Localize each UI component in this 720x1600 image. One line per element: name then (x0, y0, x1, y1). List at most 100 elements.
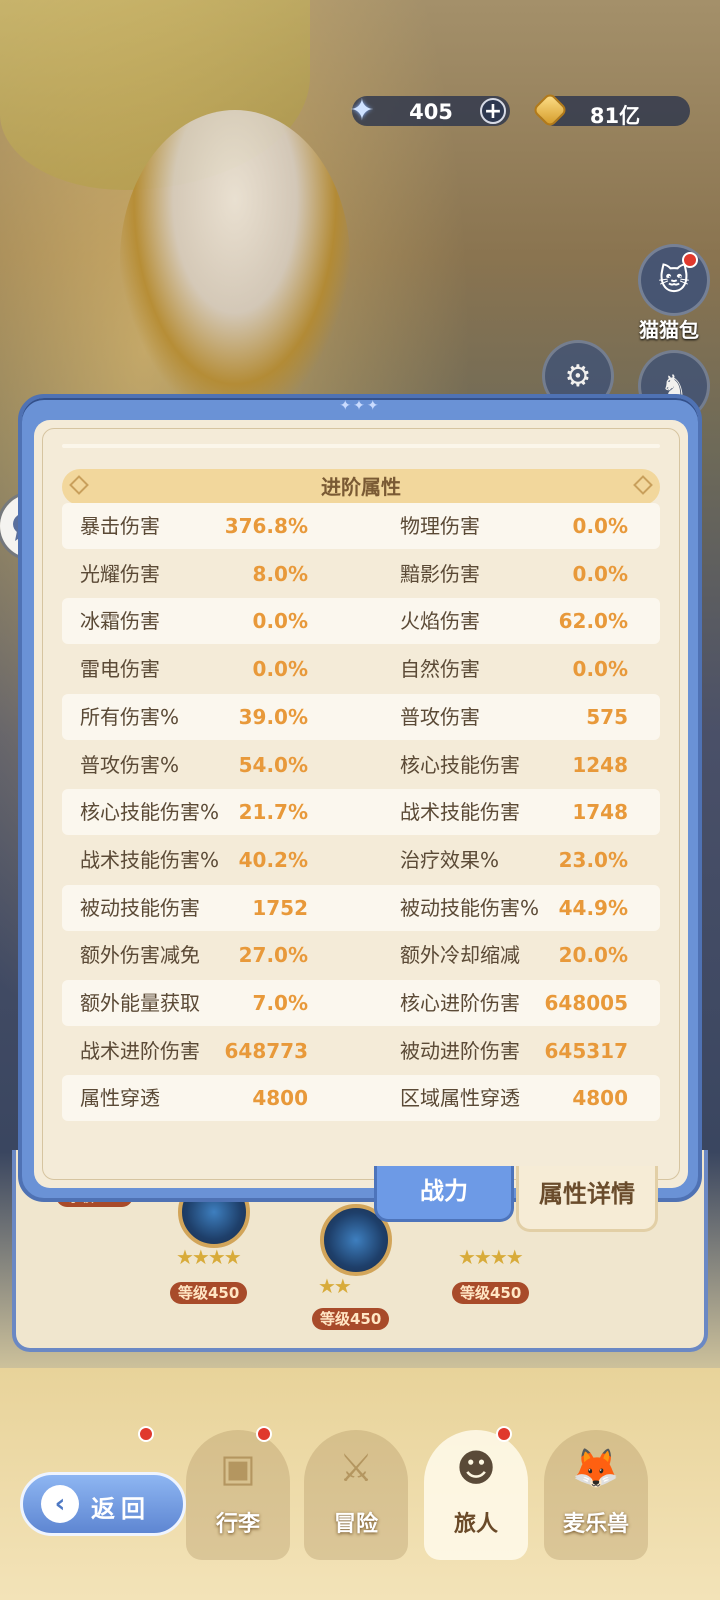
stat-value: 39.0% (238, 704, 308, 729)
nav-beast[interactable]: 🦊 麦乐兽 (544, 1430, 648, 1560)
skill-level-badge: 等级450 (170, 1282, 248, 1304)
character-portrait (120, 110, 350, 410)
stat-name: 雷电伤害 (80, 657, 160, 682)
stat-name: 战术进阶伤害 (80, 1038, 200, 1063)
back-arrow-icon: ‹ (41, 1485, 79, 1523)
stat-value: 54.0% (238, 752, 308, 777)
stat-value: 648773 (224, 1038, 309, 1063)
stat-row: 额外伤害减免 27.0% 额外冷却缩减 20.0% (62, 932, 660, 978)
stat-row: 战术技能伤害% 40.2% 治疗效果% 23.0% (62, 837, 660, 883)
stat-value: 40.2% (238, 847, 308, 872)
stat-value: 62.0% (558, 609, 628, 634)
stat-row: 属性穿透 4800 区域属性穿透 4800 (62, 1075, 660, 1122)
stat-name: 属性穿透 (80, 1086, 160, 1111)
stat-name: 额外冷却缩减 (400, 943, 520, 968)
stat-name: 火焰伤害 (400, 609, 480, 634)
stat-value: 0.0% (252, 657, 308, 682)
stat-name: 被动进阶伤害 (400, 1038, 520, 1063)
stat-name: 额外能量获取 (80, 991, 200, 1015)
stat-value: 7.0% (252, 991, 308, 1015)
stat-row: 核心技能伤害% 21.7% 战术技能伤害 1748 (62, 789, 660, 836)
stat-row: 冰霜伤害 0.0% 火焰伤害 62.0% (62, 598, 660, 645)
nav-label: 冒险 (333, 1512, 378, 1537)
section-title: 进阶属性 (321, 475, 401, 499)
skill-stars: ★★★★ (176, 1245, 242, 1269)
stat-value: 0.0% (572, 514, 628, 538)
stat-value: 4800 (572, 1086, 628, 1111)
stat-row: 战术进阶伤害 648773 被动进阶伤害 645317 (62, 1028, 660, 1074)
cat-bag-label: 猫猫包 (639, 318, 699, 342)
stat-row: 所有伤害% 39.0% 普攻伤害 575 (62, 693, 660, 740)
skill-level-badge: 等级450 (452, 1282, 530, 1304)
panel-divider (62, 444, 660, 448)
stat-value: 20.0% (558, 943, 628, 968)
stat-value: 575 (586, 704, 628, 729)
stat-value: 0.0% (572, 561, 628, 586)
stat-name: 战术技能伤害 (400, 800, 520, 825)
tab-power[interactable]: 战力 (374, 1166, 514, 1222)
stat-value: 8.0% (252, 561, 308, 586)
fox-icon: 🦊 (572, 1446, 620, 1490)
stat-value: 648005 (544, 991, 629, 1015)
notification-dot (496, 1426, 512, 1442)
stat-name: 黯影伤害 (400, 561, 480, 586)
stat-row: 额外能量获取 7.0% 核心进阶伤害 648005 (62, 980, 660, 1026)
stat-value: 0.0% (252, 609, 308, 634)
emblem-icon: ⚙ (564, 358, 592, 394)
stat-value: 21.7% (238, 800, 308, 825)
section-header: 进阶属性 (62, 469, 660, 505)
notification-dot (682, 252, 698, 268)
stat-row: 普攻伤害% 54.0% 核心技能伤害 1248 (62, 742, 660, 788)
skill-stars: ★★ (318, 1274, 352, 1298)
stat-value: 1748 (572, 800, 628, 825)
stat-row: 被动技能伤害 1752 被动技能伤害% 44.9% (62, 884, 660, 931)
stat-row: 光耀伤害 8.0% 黯影伤害 0.0% (62, 551, 660, 597)
notification-dot (256, 1426, 272, 1442)
stat-value: 0.0% (572, 657, 628, 682)
cat-icon: 🐱 (658, 262, 690, 298)
nav-label: 旅人 (453, 1512, 498, 1537)
swords-icon: ⚔ (338, 1446, 374, 1490)
skill-level-badge: 等级450 (312, 1308, 390, 1330)
stat-name: 核心技能伤害 (400, 752, 520, 777)
nav-label: 行李 (215, 1512, 260, 1537)
cat-bag-button[interactable]: 🐱 (638, 244, 710, 316)
chest-icon: ▣ (220, 1446, 256, 1490)
stat-value: 4800 (252, 1086, 308, 1111)
nav-adventure[interactable]: ⚔ 冒险 (304, 1430, 408, 1560)
nav-traveler[interactable]: ☻ 旅人 (424, 1430, 528, 1560)
stat-name: 普攻伤害% (80, 752, 180, 777)
stat-value: 1248 (572, 752, 628, 777)
stat-value: 1752 (252, 895, 308, 920)
stat-name: 所有伤害% (80, 704, 180, 729)
stat-name: 被动技能伤害 (80, 895, 200, 920)
stat-value: 23.0% (558, 847, 628, 872)
stat-name: 额外伤害减免 (80, 943, 200, 968)
stat-name: 冰霜伤害 (80, 609, 160, 634)
gold-value: 81亿 (589, 104, 641, 128)
tab-details[interactable]: 属性详情 (516, 1166, 658, 1232)
stat-row: 暴击伤害 376.8% 物理伤害 0.0% (62, 503, 660, 549)
stat-name: 物理伤害 (400, 514, 480, 538)
notification-dot (138, 1426, 154, 1442)
stat-name: 普攻伤害 (400, 704, 480, 729)
gold-counter: 81亿 (531, 91, 690, 129)
stat-name: 区域属性穿透 (400, 1086, 520, 1111)
nav-luggage[interactable]: ▣ 行李 (186, 1430, 290, 1560)
stat-name: 光耀伤害 (80, 561, 160, 586)
stat-value: 376.8% (224, 514, 308, 538)
stat-name: 治疗效果% (400, 847, 500, 872)
stat-value: 645317 (544, 1038, 629, 1063)
frame-ornament: ✦✦✦ (339, 398, 381, 414)
stat-name: 核心进阶伤害 (400, 991, 520, 1015)
skill-stars: ★★★★ (458, 1245, 524, 1269)
back-button[interactable]: ‹ 返回 (20, 1472, 186, 1536)
diamond-ornament-icon (69, 475, 89, 495)
add-gems-button[interactable]: + (480, 98, 506, 124)
traveler-icon: ☻ (456, 1446, 496, 1490)
gems-counter: ✦ 405 + (349, 93, 510, 128)
stat-value: 27.0% (238, 943, 308, 968)
back-label: 返回 (91, 1495, 151, 1523)
diamond-ornament-icon (633, 475, 653, 495)
stat-row: 雷电伤害 0.0% 自然伤害 0.0% (62, 646, 660, 692)
